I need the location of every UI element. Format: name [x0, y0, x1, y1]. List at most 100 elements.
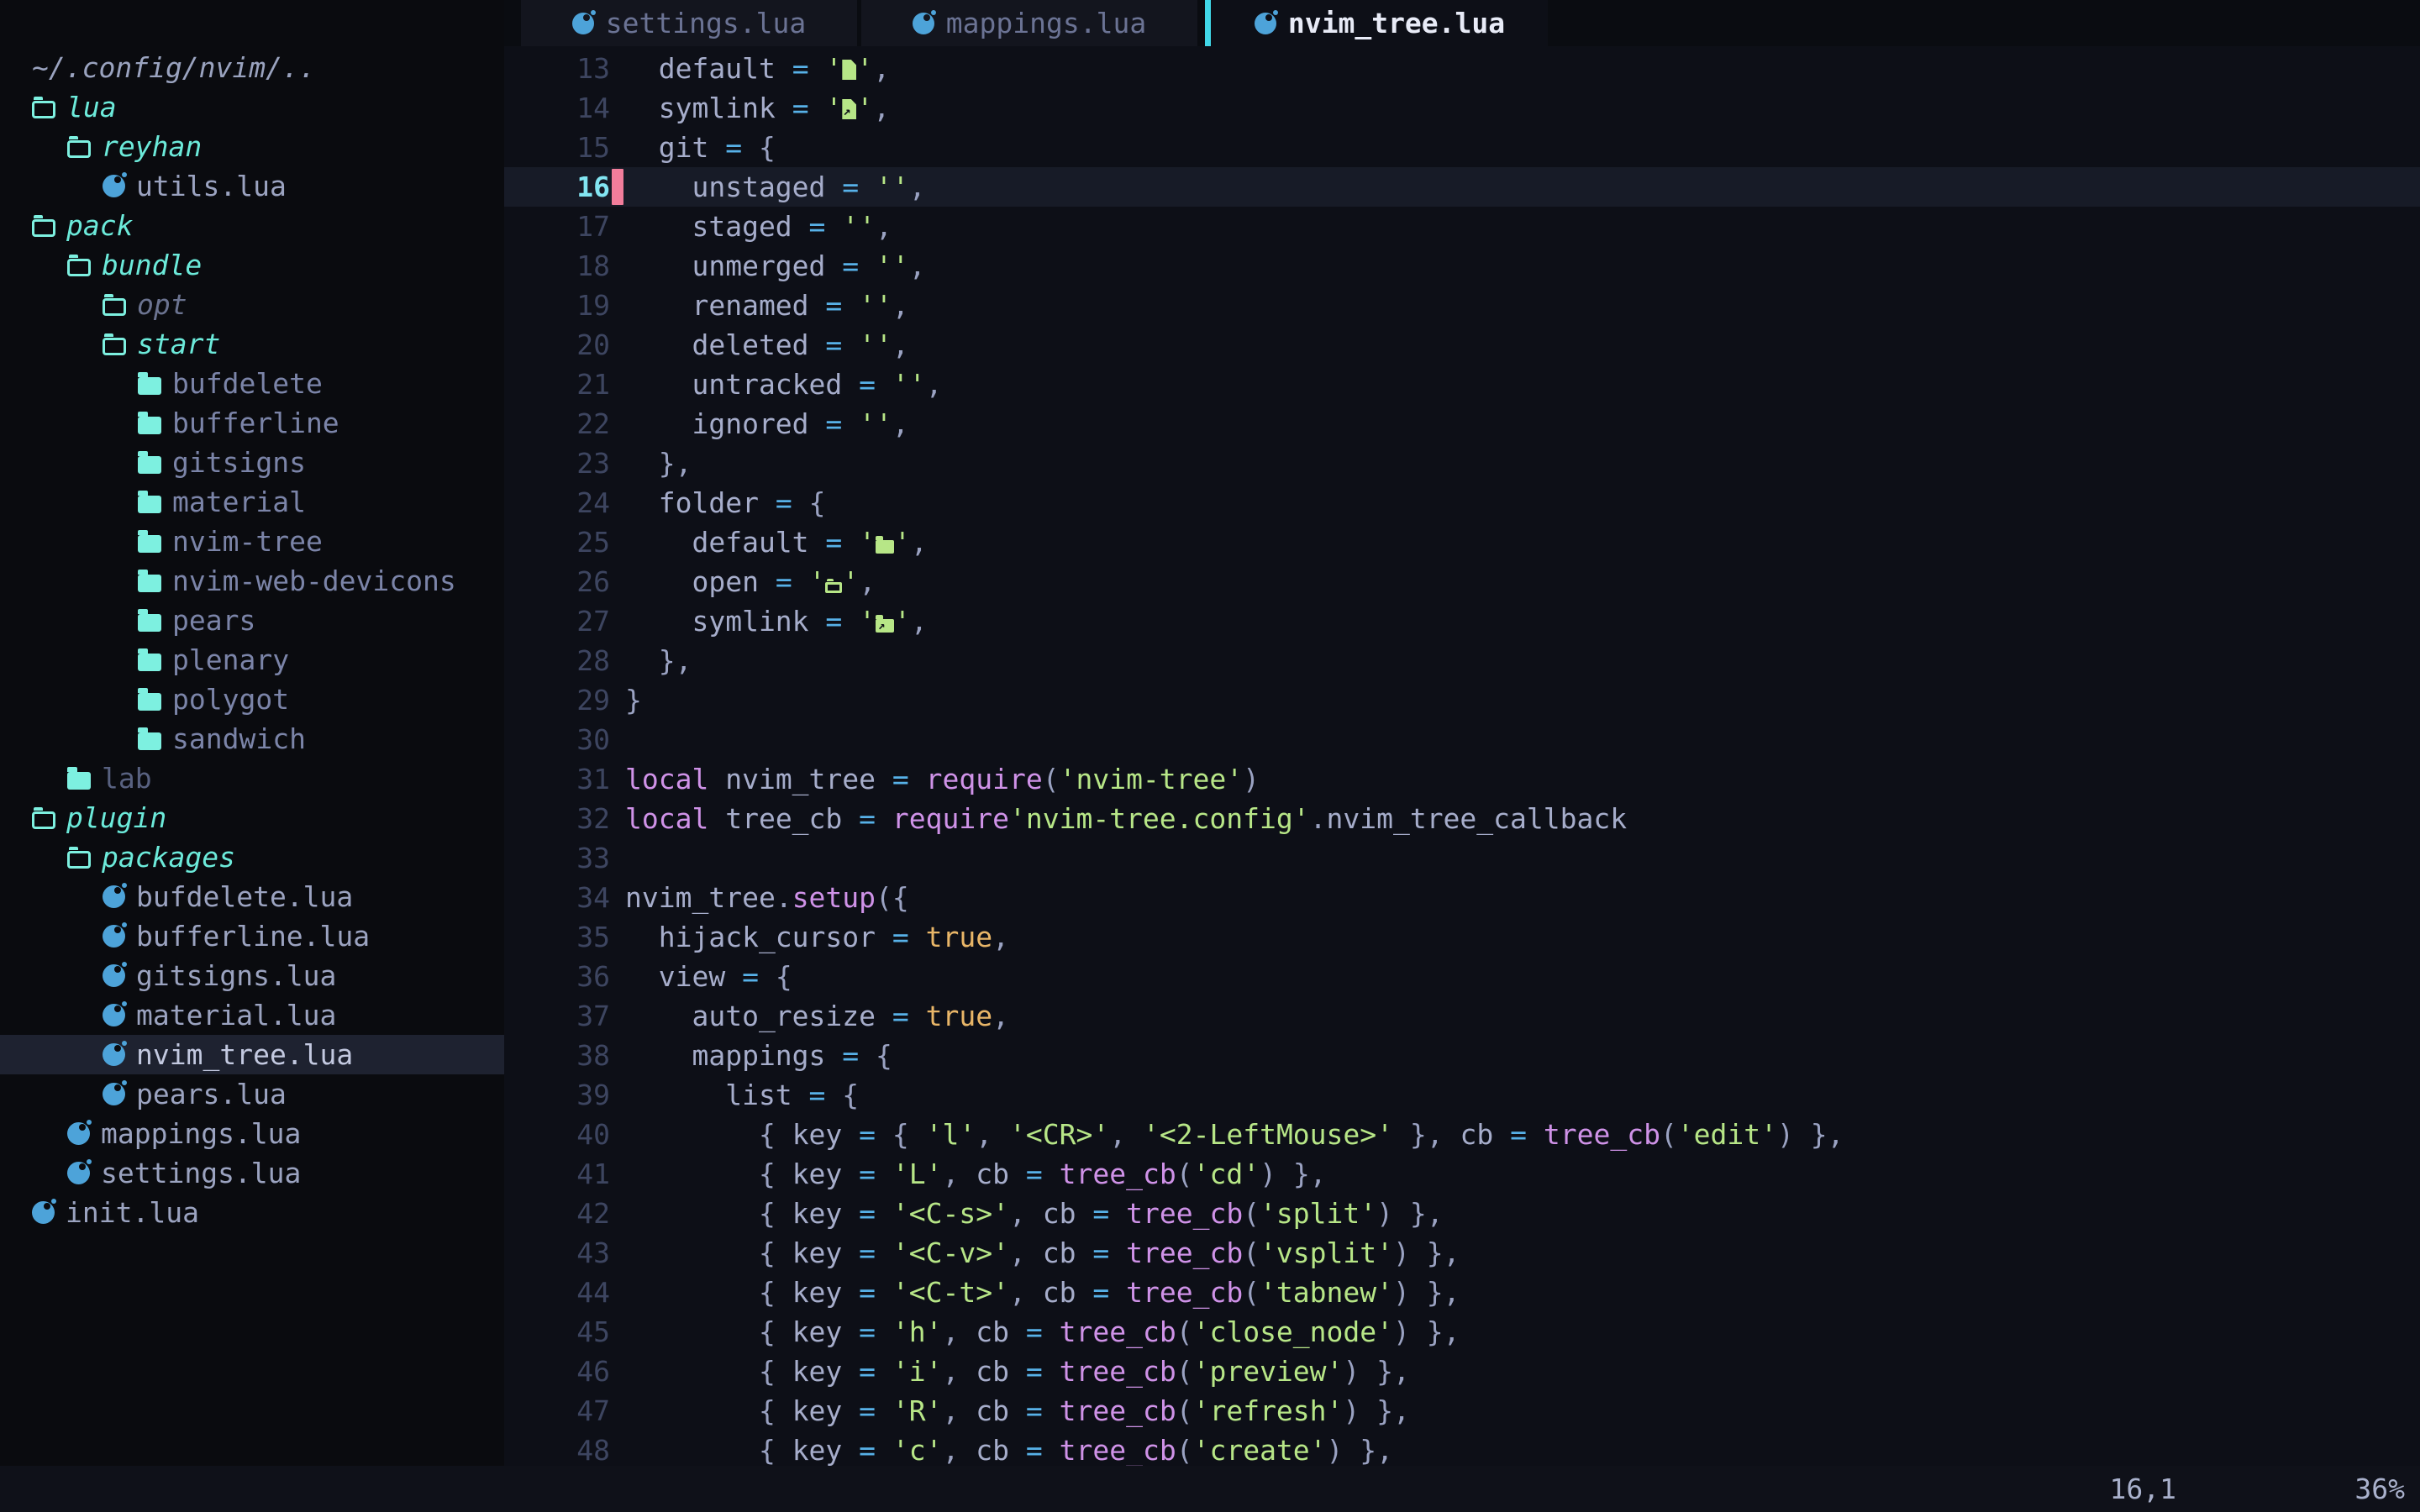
sign-column	[610, 720, 625, 759]
tree-item-bufferline.lua[interactable]: bufferline.lua	[0, 916, 504, 956]
sign-column	[610, 1154, 625, 1194]
code-line-47[interactable]: 47 { key = 'R', cb = tree_cb('refresh') …	[504, 1391, 2420, 1431]
tree-item-bufferline[interactable]: bufferline	[0, 403, 504, 443]
nvim-window: ~/.config/nvim/.. luareyhanutils.luapack…	[0, 0, 2420, 1512]
code-text: untracked = '',	[625, 365, 943, 404]
code-line-18[interactable]: 18 unmerged = '',	[504, 246, 2420, 286]
folder-closed-icon	[138, 575, 161, 592]
tree-item-gitsigns.lua[interactable]: gitsigns.lua	[0, 956, 504, 995]
tree-item-start[interactable]: start	[0, 324, 504, 364]
tree-item-polygot[interactable]: polygot	[0, 680, 504, 719]
code-line-24[interactable]: 24 folder = {	[504, 483, 2420, 522]
tree-item-utils.lua[interactable]: utils.lua	[0, 166, 504, 206]
tree-item-opt[interactable]: opt	[0, 285, 504, 324]
code-line-30[interactable]: 30	[504, 720, 2420, 759]
lua-icon	[103, 1083, 125, 1105]
tree-item-material.lua[interactable]: material.lua	[0, 995, 504, 1035]
tree-item-bufdelete.lua[interactable]: bufdelete.lua	[0, 877, 504, 916]
line-number: 29	[504, 680, 610, 720]
code-text: local tree_cb = require'nvim-tree.config…	[625, 799, 1627, 838]
code-line-14[interactable]: 14 symlink = '',	[504, 88, 2420, 128]
folder-closed-icon	[138, 693, 161, 711]
tree-item-mappings.lua[interactable]: mappings.lua	[0, 1114, 504, 1153]
code-line-13[interactable]: 13 default = '',	[504, 49, 2420, 88]
code-line-42[interactable]: 42 { key = '<C-s>', cb = tree_cb('split'…	[504, 1194, 2420, 1233]
code-line-29[interactable]: 29}	[504, 680, 2420, 720]
code-line-40[interactable]: 40 { key = { 'l', '<CR>', '<2-LeftMouse>…	[504, 1115, 2420, 1154]
file-tree[interactable]: ~/.config/nvim/.. luareyhanutils.luapack…	[0, 0, 504, 1466]
code-line-48[interactable]: 48 { key = 'c', cb = tree_cb('create') }…	[504, 1431, 2420, 1466]
tree-item-reyhan[interactable]: reyhan	[0, 127, 504, 166]
tree-item-pears[interactable]: pears	[0, 601, 504, 640]
folder-open-icon	[103, 338, 126, 355]
tree-item-bufdelete[interactable]: bufdelete	[0, 364, 504, 403]
tree-item-init.lua[interactable]: init.lua	[0, 1193, 504, 1232]
tree-item-plugin[interactable]: plugin	[0, 798, 504, 837]
sign-column	[610, 128, 625, 167]
line-number: 35	[504, 917, 610, 957]
code-line-36[interactable]: 36 view = {	[504, 957, 2420, 996]
code-line-25[interactable]: 25 default = '',	[504, 522, 2420, 562]
code-line-39[interactable]: 39 list = {	[504, 1075, 2420, 1115]
code-line-21[interactable]: 21 untracked = '',	[504, 365, 2420, 404]
tab-mappings.lua[interactable]: mappings.lua	[861, 0, 1197, 46]
tree-item-settings.lua[interactable]: settings.lua	[0, 1153, 504, 1193]
code-line-33[interactable]: 33	[504, 838, 2420, 878]
editor[interactable]: 13 default = '',14 symlink = '',15 git =…	[504, 46, 2420, 1466]
sign-column	[610, 404, 625, 444]
code-line-38[interactable]: 38 mappings = {	[504, 1036, 2420, 1075]
folder-closed-icon	[138, 377, 161, 395]
tree-item-pack[interactable]: pack	[0, 206, 504, 245]
tree-item-packages[interactable]: packages	[0, 837, 504, 877]
code-line-32[interactable]: 32local tree_cb = require'nvim-tree.conf…	[504, 799, 2420, 838]
tree-item-gitsigns[interactable]: gitsigns	[0, 443, 504, 482]
code-line-31[interactable]: 31local nvim_tree = require('nvim-tree')	[504, 759, 2420, 799]
code-line-43[interactable]: 43 { key = '<C-v>', cb = tree_cb('vsplit…	[504, 1233, 2420, 1273]
line-number: 14	[504, 88, 610, 128]
folder-closed-icon	[138, 614, 161, 632]
tree-root[interactable]: ~/.config/nvim/..	[0, 48, 504, 87]
tree-item-nvim-tree[interactable]: nvim-tree	[0, 522, 504, 561]
code-text: default = '',	[625, 522, 928, 562]
code-text: { key = 'i', cb = tree_cb('preview') },	[625, 1352, 1410, 1391]
tree-item-material[interactable]: material	[0, 482, 504, 522]
tab-settings.lua[interactable]: settings.lua	[521, 0, 857, 46]
tree-item-lab[interactable]: lab	[0, 759, 504, 798]
tab-nvim_tree.lua[interactable]: nvim_tree.lua	[1212, 0, 1548, 46]
code-line-20[interactable]: 20 deleted = '',	[504, 325, 2420, 365]
tree-item-plenary[interactable]: plenary	[0, 640, 504, 680]
code-text: git = {	[625, 128, 776, 167]
folder-open-icon	[67, 140, 91, 158]
line-number: 27	[504, 601, 610, 641]
code-line-46[interactable]: 46 { key = 'i', cb = tree_cb('preview') …	[504, 1352, 2420, 1391]
code-text: list = {	[625, 1075, 859, 1115]
code-line-41[interactable]: 41 { key = 'L', cb = tree_cb('cd') },	[504, 1154, 2420, 1194]
tree-item-label: bufdelete.lua	[136, 880, 353, 913]
tab-bar[interactable]: settings.luamappings.lua nvim_tree.lua	[504, 0, 2420, 46]
code-line-45[interactable]: 45 { key = 'h', cb = tree_cb('close_node…	[504, 1312, 2420, 1352]
code-text: { key = 'h', cb = tree_cb('close_node') …	[625, 1312, 1460, 1352]
tree-item-nvim-web-devicons[interactable]: nvim-web-devicons	[0, 561, 504, 601]
code-line-35[interactable]: 35 hijack_cursor = true,	[504, 917, 2420, 957]
code-line-44[interactable]: 44 { key = '<C-t>', cb = tree_cb('tabnew…	[504, 1273, 2420, 1312]
code-line-28[interactable]: 28 },	[504, 641, 2420, 680]
code-line-27[interactable]: 27 symlink = '',	[504, 601, 2420, 641]
tree-item-pears.lua[interactable]: pears.lua	[0, 1074, 504, 1114]
code-line-15[interactable]: 15 git = {	[504, 128, 2420, 167]
code-line-26[interactable]: 26 open = '',	[504, 562, 2420, 601]
sign-column	[610, 1273, 625, 1312]
code-line-19[interactable]: 19 renamed = '',	[504, 286, 2420, 325]
tree-item-bundle[interactable]: bundle	[0, 245, 504, 285]
code-line-23[interactable]: 23 },	[504, 444, 2420, 483]
folder-icon	[876, 540, 894, 554]
code-line-34[interactable]: 34nvim_tree.setup({	[504, 878, 2420, 917]
tree-item-nvim_tree.lua[interactable]: nvim_tree.lua	[0, 1035, 504, 1074]
editor-pane: settings.luamappings.lua nvim_tree.lua 13…	[504, 0, 2420, 1466]
code-line-22[interactable]: 22 ignored = '',	[504, 404, 2420, 444]
code-line-37[interactable]: 37 auto_resize = true,	[504, 996, 2420, 1036]
tree-item-lua[interactable]: lua	[0, 87, 504, 127]
code-line-16[interactable]: 16 unstaged = '',	[504, 167, 2420, 207]
tree-item-sandwich[interactable]: sandwich	[0, 719, 504, 759]
code-line-17[interactable]: 17 staged = '',	[504, 207, 2420, 246]
lua-icon	[32, 1201, 55, 1224]
